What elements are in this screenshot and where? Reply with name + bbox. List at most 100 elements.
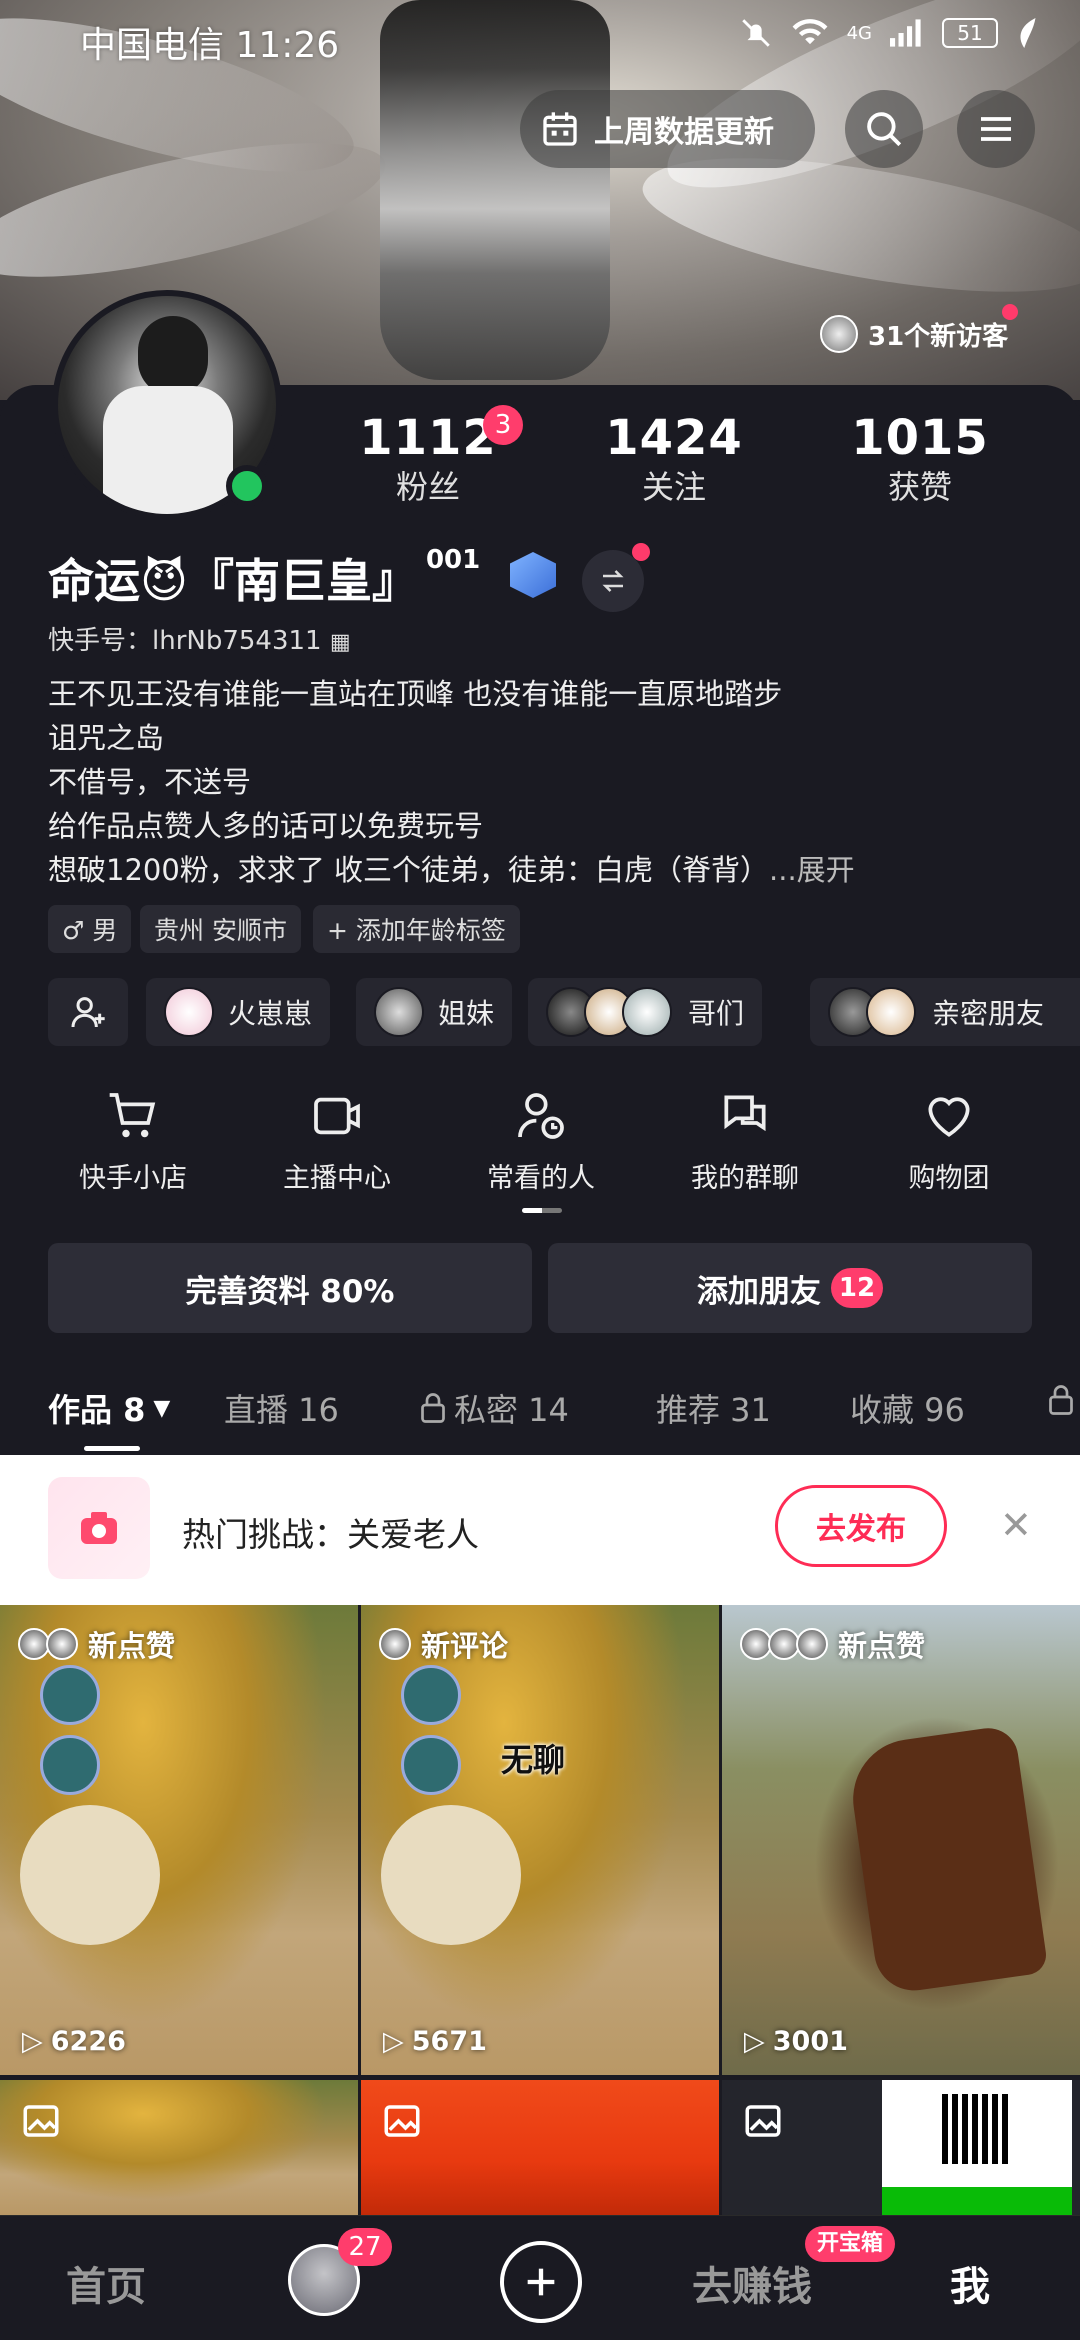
shopping-group-button[interactable]: 购物团 bbox=[864, 1088, 1034, 1195]
status-carrier-time: 中国电信 11:26 bbox=[80, 16, 339, 68]
lock-icon bbox=[1049, 1385, 1073, 1415]
gender-tag: ♂ 男 bbox=[48, 905, 132, 953]
avatar-head bbox=[138, 316, 208, 396]
friend-group-bros[interactable]: 哥们 bbox=[528, 978, 763, 1046]
game-ability-icon bbox=[40, 1735, 100, 1795]
post-tag: 新点赞 bbox=[740, 1623, 925, 1665]
tool-label: 购物团 bbox=[908, 1163, 990, 1194]
lock-icon bbox=[421, 1393, 445, 1423]
kuaishou-shop-button[interactable]: 快手小店 bbox=[48, 1088, 218, 1195]
nav-create-button[interactable] bbox=[500, 2241, 582, 2323]
avatar-shirt bbox=[103, 386, 233, 514]
tab-private[interactable]: 私密 14 bbox=[420, 1385, 569, 1431]
nav-home[interactable]: 首页 bbox=[66, 2254, 146, 2312]
fans-badge: 3 bbox=[483, 405, 523, 445]
location-tag-text: 贵州 安顺市 bbox=[154, 916, 287, 945]
streamer-center-button[interactable]: 主播中心 bbox=[252, 1088, 422, 1195]
update-label: 上周数据更新 bbox=[594, 115, 774, 150]
friend-group-sisters[interactable]: 姐妹 bbox=[356, 978, 513, 1046]
kuaishou-id[interactable]: 快手号：lhrNb754311 ▦ bbox=[48, 620, 351, 657]
nav-me-label: 我 bbox=[950, 2264, 990, 2310]
nav-earn[interactable]: 去赚钱 bbox=[692, 2254, 812, 2312]
online-status-dot bbox=[226, 465, 268, 507]
post-views: ▷ 3001 bbox=[744, 2026, 848, 2057]
plus-icon bbox=[527, 2268, 555, 2296]
game-joystick bbox=[381, 1805, 521, 1945]
profile-name-sup: 001 bbox=[425, 545, 481, 575]
profile-bio[interactable]: 王不见王没有谁能一直站在顶峰 也没有谁能一直原地踏步 诅咒之岛 不借号，不送号 … bbox=[48, 672, 1038, 892]
visitor-avatar bbox=[820, 315, 858, 353]
search-button[interactable] bbox=[845, 90, 923, 168]
likes-count: 1015 bbox=[851, 410, 989, 466]
likes-stat[interactable]: 1015 获赞 bbox=[830, 410, 1010, 508]
add-person-icon bbox=[71, 997, 105, 1028]
close-banner-icon[interactable]: ✕ bbox=[1000, 1503, 1032, 1547]
tab-favorites[interactable]: 收藏 96 bbox=[850, 1385, 965, 1431]
post-thumbnail[interactable]: 新点赞 ▷ 6226 bbox=[0, 1605, 358, 2075]
kuaishou-id-text: 快手号：lhrNb754311 bbox=[48, 626, 322, 656]
add-friends-button[interactable]: 添加朋友 12 bbox=[548, 1243, 1032, 1333]
bio-line-text: 想破1200粉，求求了 收三个徒弟，徒弟：白虎（脊背） bbox=[48, 853, 770, 887]
add-age-tag-button[interactable]: + 添加年龄标签 bbox=[313, 905, 520, 953]
post-thumbnail[interactable]: 无聊 新评论 ▷ 5671 bbox=[361, 1605, 719, 2075]
frequently-viewed-button[interactable]: 常看的人 bbox=[456, 1088, 626, 1195]
mute-bell-icon bbox=[741, 19, 770, 47]
tab-works[interactable]: 作品 8 ▼ bbox=[48, 1385, 170, 1431]
post-views-count: 6226 bbox=[50, 2026, 126, 2057]
add-friends-count-badge: 12 bbox=[830, 1268, 884, 1308]
mini-avatar bbox=[46, 1628, 78, 1660]
following-label: 关注 bbox=[641, 468, 706, 506]
group-avatar bbox=[622, 987, 672, 1037]
tab-label: 推荐 31 bbox=[656, 1391, 771, 1429]
mini-avatar bbox=[796, 1628, 828, 1660]
tab-more-locked[interactable] bbox=[1048, 1385, 1074, 1415]
battery-level: 51 bbox=[957, 21, 983, 45]
post-thumbnail[interactable] bbox=[722, 2080, 1080, 2215]
group-avatar bbox=[866, 987, 916, 1037]
menu-button[interactable] bbox=[957, 90, 1035, 168]
tab-recommended[interactable]: 推荐 31 bbox=[656, 1385, 771, 1431]
status-bar: 中国电信 11:26 4G 51 bbox=[0, 0, 1080, 80]
following-count: 1424 bbox=[605, 410, 743, 466]
bio-line: 想破1200粉，求求了 收三个徒弟，徒弟：白虎（脊背）...展开 bbox=[48, 848, 1038, 892]
image-post-icon bbox=[745, 2105, 781, 2137]
bio-line: 给作品点赞人多的话可以免费玩号 bbox=[48, 809, 484, 843]
new-visitors-button[interactable]: 31个新访客 bbox=[820, 304, 1019, 362]
post-thumbnail[interactable] bbox=[361, 2080, 719, 2215]
qr-code-icon: ▦ bbox=[329, 630, 351, 655]
play-icon: ▷ bbox=[383, 2026, 404, 2057]
nav-earn-label: 去赚钱 bbox=[692, 2264, 812, 2310]
qr-code-icon bbox=[942, 2094, 1012, 2164]
game-ability-icon bbox=[40, 1665, 100, 1725]
active-tab-indicator bbox=[84, 1446, 140, 1451]
following-stat[interactable]: 1424 关注 bbox=[584, 410, 764, 508]
group-avatar bbox=[374, 987, 424, 1037]
chat-bubbles-icon bbox=[724, 1095, 766, 1132]
weekly-data-update-button[interactable]: 上周数据更新 bbox=[520, 90, 815, 168]
post-thumbnail[interactable] bbox=[0, 2080, 358, 2215]
my-group-chat-button[interactable]: 我的群聊 bbox=[660, 1088, 830, 1195]
heart-icon bbox=[928, 1097, 970, 1137]
friend-group-label: 哥们 bbox=[688, 997, 745, 1030]
game-ability-icon bbox=[401, 1665, 461, 1725]
tool-label: 主播中心 bbox=[283, 1163, 391, 1194]
bio-expand-link[interactable]: ...展开 bbox=[769, 853, 855, 887]
friend-group-huozaizai[interactable]: 火崽崽 bbox=[146, 978, 331, 1046]
switch-account-button[interactable] bbox=[582, 550, 644, 612]
nav-home-label: 首页 bbox=[66, 2264, 146, 2310]
publish-button[interactable]: 去发布 bbox=[775, 1485, 947, 1567]
visitors-label: 31个新访客 bbox=[868, 321, 1009, 352]
complete-profile-button[interactable]: 完善资料 80% bbox=[48, 1243, 532, 1333]
nav-me[interactable]: 我 bbox=[950, 2254, 990, 2312]
person-clock-icon bbox=[518, 1093, 564, 1139]
tab-live[interactable]: 直播 16 bbox=[224, 1385, 339, 1431]
friend-group-label: 火崽崽 bbox=[228, 997, 313, 1030]
post-tag: 新评论 bbox=[379, 1623, 508, 1665]
post-thumbnail[interactable]: 新点赞 ▷ 3001 bbox=[722, 1605, 1080, 2075]
add-age-tag-text: + 添加年龄标签 bbox=[327, 916, 506, 945]
friend-group-close-friends[interactable]: 亲密朋友 bbox=[810, 978, 1080, 1046]
gender-tag-text: ♂ 男 bbox=[62, 916, 118, 945]
post-tag-text: 新点赞 bbox=[88, 1629, 176, 1663]
add-friend-button[interactable] bbox=[48, 978, 128, 1046]
post-views-count: 5671 bbox=[411, 2026, 487, 2057]
